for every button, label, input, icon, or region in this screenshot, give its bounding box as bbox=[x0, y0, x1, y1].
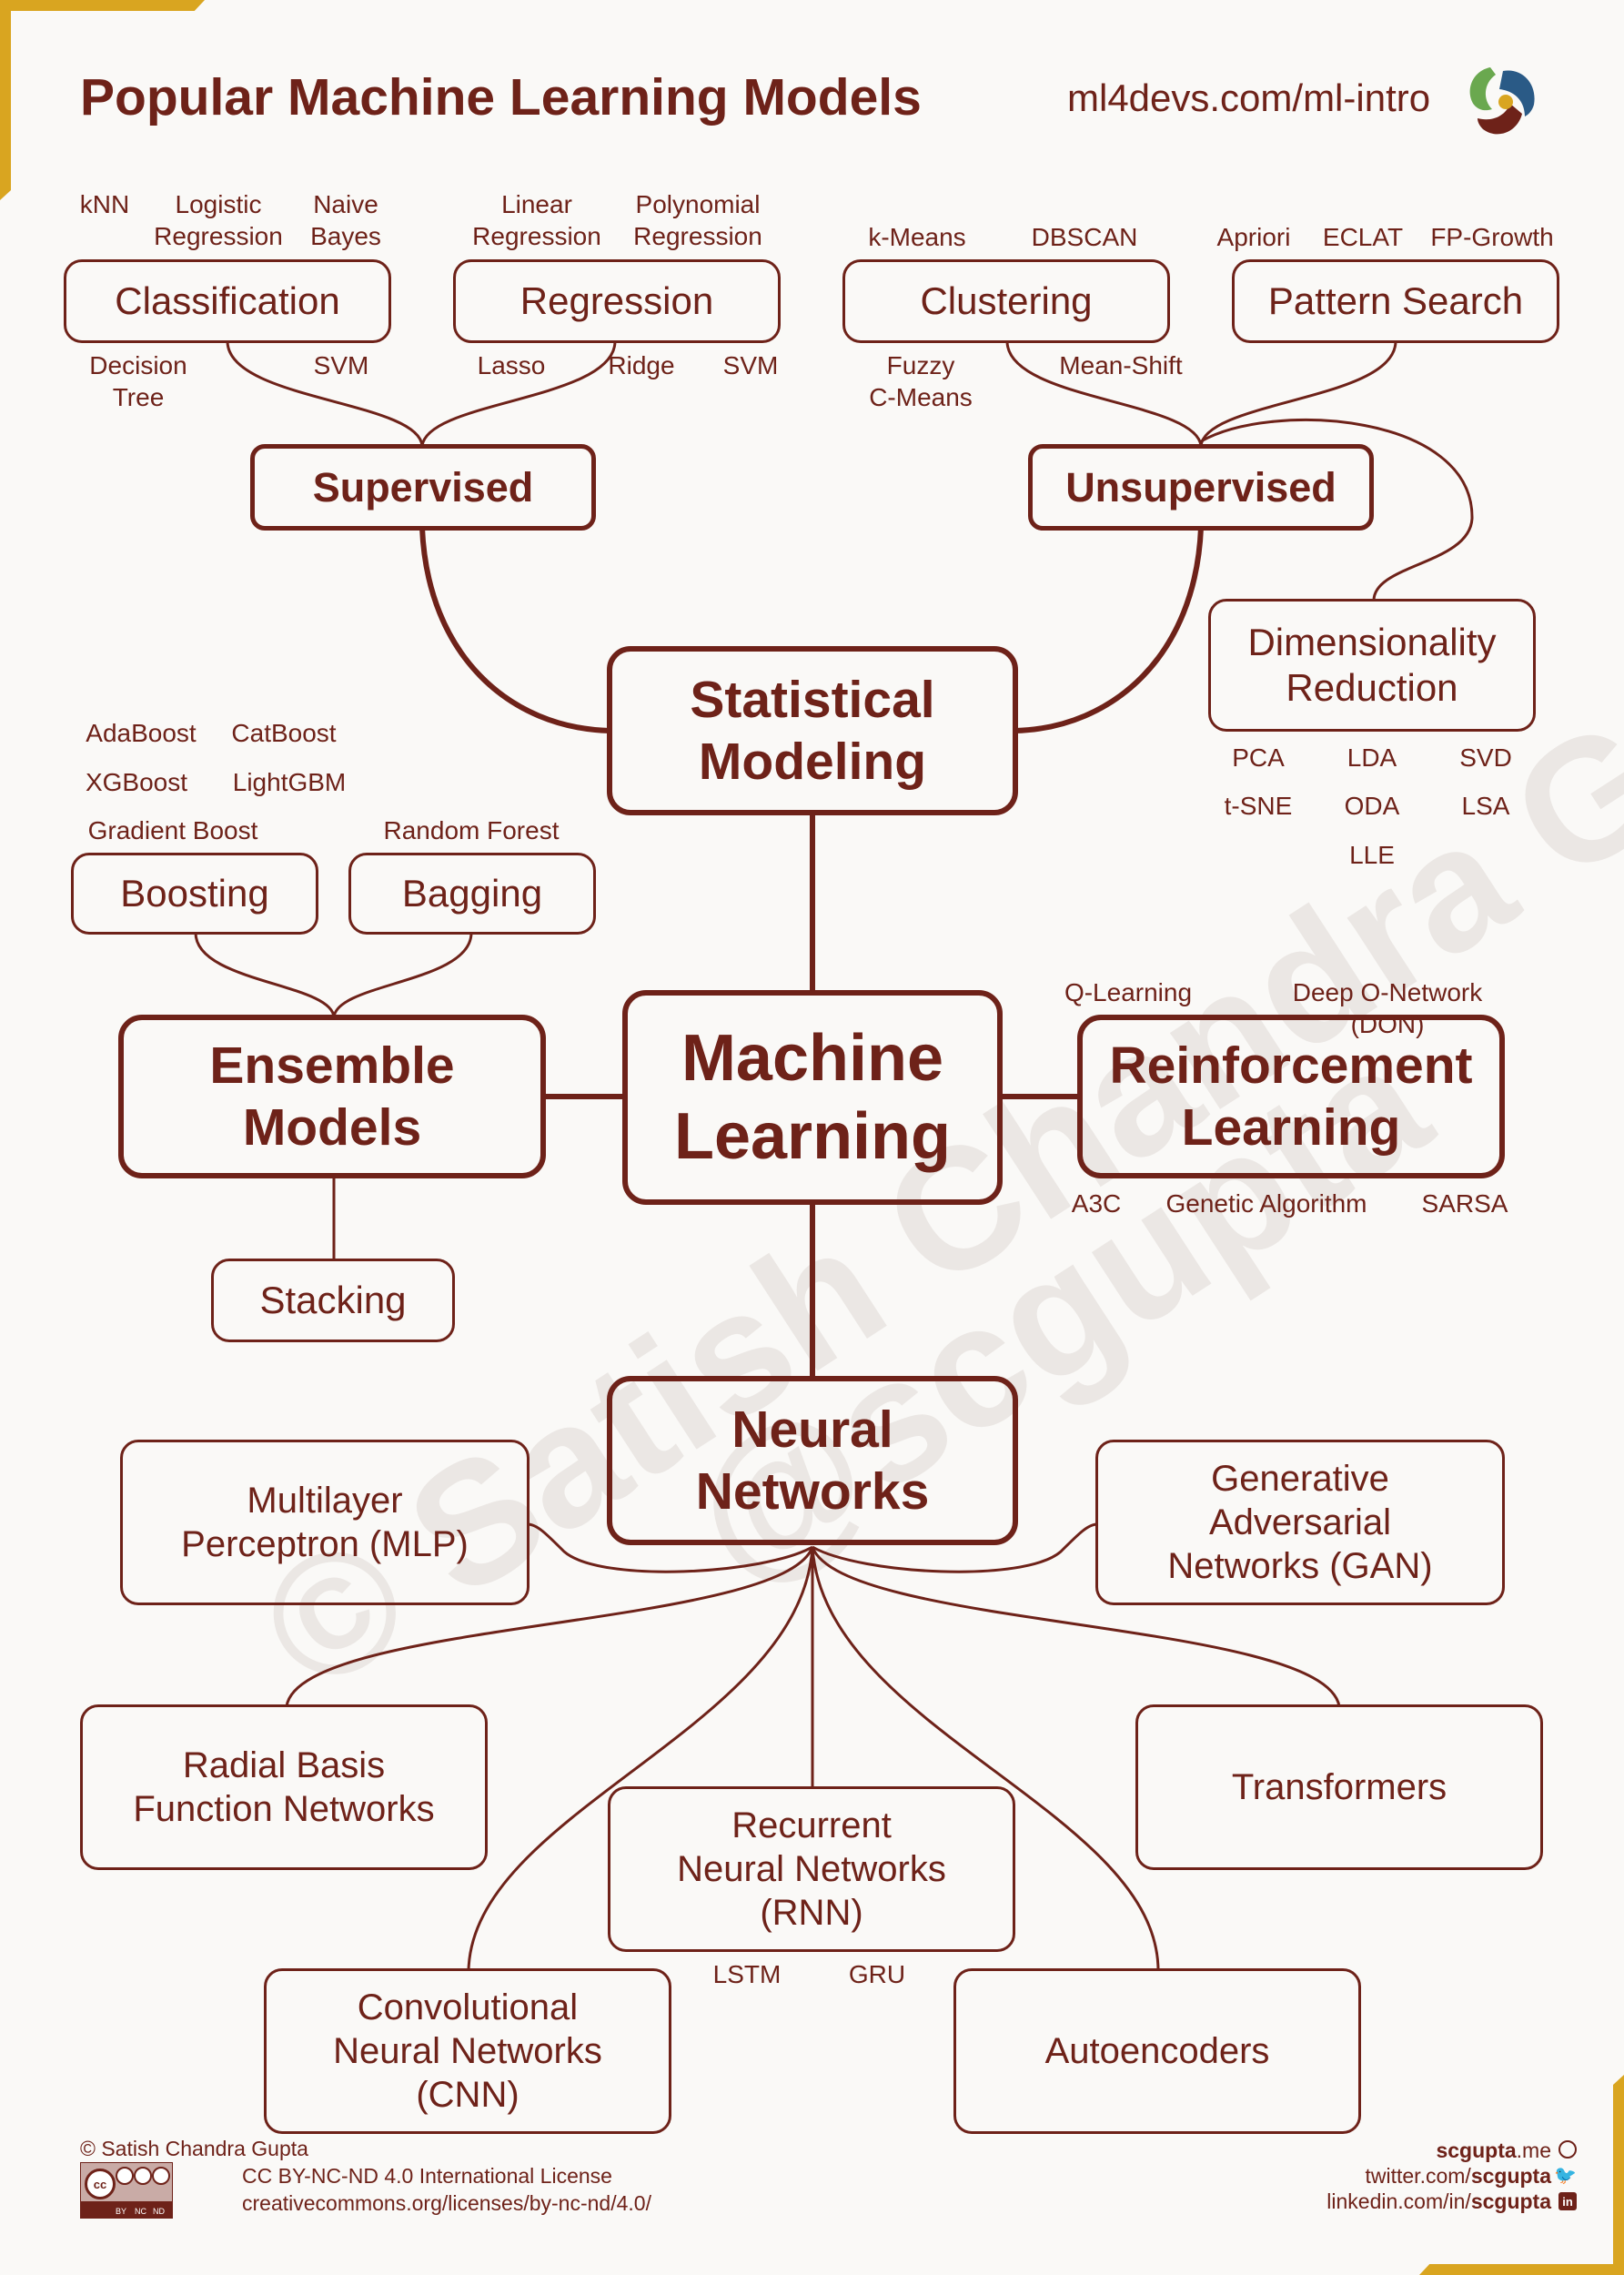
license-link[interactable]: creativecommons.org/licenses/by-nc-nd/4.… bbox=[242, 2191, 651, 2216]
license-text: CC BY-NC-ND 4.0 International License bbox=[242, 2164, 612, 2188]
algo-label: ODA bbox=[1344, 792, 1400, 820]
node-gan[interactable]: Generative Adversarial Networks (GAN) bbox=[1095, 1440, 1505, 1605]
twitter-link[interactable]: twitter.com/scgupta bbox=[1366, 2164, 1552, 2189]
algo-label: LightGBM bbox=[232, 768, 347, 796]
twitter-prefix: twitter.com/ bbox=[1365, 2164, 1471, 2188]
cc-nc-label: NC bbox=[135, 2207, 146, 2216]
algo-label: DBSCAN bbox=[1031, 223, 1138, 251]
pinwheel-logo-icon bbox=[1469, 67, 1535, 135]
algo-label: LSTM bbox=[712, 1960, 782, 1988]
algo-label: Apriori bbox=[1216, 223, 1291, 251]
node-rbf[interactable]: Radial Basis Function Networks bbox=[80, 1704, 488, 1870]
connector-boosting-ensemble bbox=[194, 932, 336, 1018]
algo-label: Fuzzy C-Means bbox=[869, 351, 973, 411]
node-cnn[interactable]: Convolutional Neural Networks (CNN) bbox=[264, 1968, 671, 2134]
algo-label: Linear Regression bbox=[472, 190, 601, 250]
website-link[interactable]: scgupta.me bbox=[1436, 2138, 1551, 2163]
algo-label: AdaBoost bbox=[86, 719, 197, 747]
algo-label: LLE bbox=[1349, 841, 1395, 869]
node-ensemble-models[interactable]: Ensemble Models bbox=[118, 1015, 546, 1178]
cc-icon: cc bbox=[85, 2169, 116, 2199]
algo-label: SVD bbox=[1459, 743, 1512, 772]
algo-label: LSA bbox=[1461, 792, 1510, 820]
linkedin-handle: scgupta bbox=[1470, 2189, 1551, 2213]
algo-label: Lasso bbox=[477, 351, 546, 379]
page-title: Popular Machine Learning Models bbox=[80, 68, 922, 126]
algo-label: XGBoost bbox=[85, 768, 188, 796]
cc-by-label: BY bbox=[116, 2207, 127, 2216]
algo-label: Deep O-Network (DON) bbox=[1292, 978, 1483, 1038]
algo-label: t-SNE bbox=[1224, 792, 1293, 820]
algo-label: A3C bbox=[1071, 1189, 1122, 1218]
node-autoencoders[interactable]: Autoencoders bbox=[953, 1968, 1361, 2134]
node-neural-networks[interactable]: Neural Networks bbox=[607, 1376, 1018, 1545]
algo-label: FP-Growth bbox=[1430, 223, 1554, 251]
website-rest: .me bbox=[1516, 2138, 1551, 2162]
connector-supervised-stat bbox=[419, 527, 610, 733]
algo-label: SVM bbox=[313, 351, 369, 379]
algo-label: PCA bbox=[1232, 743, 1285, 772]
algo-label: SARSA bbox=[1421, 1189, 1508, 1218]
algo-label: Mean-Shift bbox=[1059, 351, 1183, 379]
algo-label: ECLAT bbox=[1322, 223, 1404, 251]
algo-label: Gradient Boost bbox=[87, 816, 258, 844]
node-mlp[interactable]: Multilayer Perceptron (MLP) bbox=[120, 1440, 530, 1605]
algo-label: kNN bbox=[79, 190, 130, 218]
algo-label: Random Forest bbox=[383, 816, 560, 844]
copyright-text: © Satish Chandra Gupta bbox=[80, 2137, 308, 2160]
linkedin-link[interactable]: linkedin.com/in/scgupta bbox=[1326, 2189, 1551, 2214]
nd-icon bbox=[152, 2167, 170, 2185]
node-unsupervised[interactable]: Unsupervised bbox=[1028, 444, 1374, 531]
algo-label: GRU bbox=[848, 1960, 906, 1988]
node-clustering[interactable]: Clustering bbox=[842, 259, 1170, 343]
node-statistical-modeling[interactable]: Statistical Modeling bbox=[607, 646, 1018, 815]
node-dimensionality-reduction[interactable]: Dimensionality Reduction bbox=[1208, 599, 1536, 732]
connector-unsupervised-stat bbox=[1014, 527, 1204, 733]
algo-label: Polynomial Regression bbox=[633, 190, 762, 250]
globe-icon bbox=[1558, 2140, 1577, 2159]
by-icon bbox=[116, 2167, 134, 2185]
linkedin-prefix: linkedin.com/in/ bbox=[1326, 2189, 1471, 2213]
algo-label: Naive Bayes bbox=[310, 190, 381, 250]
algo-label: Logistic Regression bbox=[154, 190, 283, 250]
linkedin-icon: in bbox=[1558, 2192, 1577, 2210]
cc-license-badge[interactable]: cc BY NC ND bbox=[80, 2162, 173, 2219]
nc-icon bbox=[134, 2167, 152, 2185]
algo-label: SVM bbox=[722, 351, 779, 379]
algo-label: Decision Tree bbox=[89, 351, 187, 411]
connector-bagging-ensemble bbox=[332, 932, 473, 1018]
node-machine-learning[interactable]: Machine Learning bbox=[622, 990, 1003, 1205]
algo-label: k-Means bbox=[868, 223, 966, 251]
node-boosting[interactable]: Boosting bbox=[71, 853, 318, 935]
twitter-handle: scgupta bbox=[1470, 2164, 1551, 2188]
node-pattern-search[interactable]: Pattern Search bbox=[1232, 259, 1559, 343]
node-classification[interactable]: Classification bbox=[64, 259, 391, 343]
header-url[interactable]: ml4devs.com/ml-intro bbox=[1067, 76, 1430, 120]
node-bagging[interactable]: Bagging bbox=[348, 853, 596, 935]
algo-label: Q-Learning bbox=[1064, 978, 1193, 1006]
node-stacking[interactable]: Stacking bbox=[211, 1259, 455, 1342]
website-bold: scgupta bbox=[1436, 2138, 1517, 2162]
node-supervised[interactable]: Supervised bbox=[250, 444, 596, 531]
algo-label: Genetic Algorithm bbox=[1165, 1189, 1367, 1218]
twitter-icon: 🐦 bbox=[1554, 2166, 1577, 2186]
node-rnn[interactable]: Recurrent Neural Networks (RNN) bbox=[608, 1786, 1015, 1952]
node-regression[interactable]: Regression bbox=[453, 259, 781, 343]
node-transformers[interactable]: Transformers bbox=[1135, 1704, 1543, 1870]
algo-label: Ridge bbox=[608, 351, 675, 379]
cc-nd-label: ND bbox=[153, 2207, 165, 2216]
algo-label: LDA bbox=[1347, 743, 1397, 772]
algo-label: CatBoost bbox=[231, 719, 337, 747]
